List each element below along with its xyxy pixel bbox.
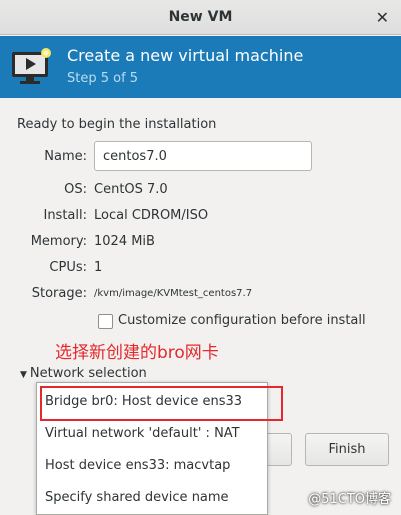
network-option-nat[interactable]: Virtual network 'default' : NAT: [45, 426, 240, 441]
watermark: @51CTO博客: [308, 492, 391, 507]
memory-value: 1024 MiB: [94, 234, 155, 249]
name-label: Name:: [44, 149, 87, 164]
ready-heading: Ready to begin the installation: [17, 117, 217, 132]
storage-label: Storage:: [31, 286, 87, 301]
storage-value: /kvm/image/KVMtest_centos7.7: [94, 288, 253, 299]
close-icon[interactable]: ✕: [376, 8, 389, 27]
network-selection-label: Network selection: [29, 366, 147, 381]
customize-checkbox[interactable]: [98, 314, 113, 329]
wizard-banner: Create a new virtual machine Step 5 of 5: [0, 36, 401, 98]
network-option-macvtap[interactable]: Host device ens33: macvtap: [45, 458, 230, 473]
os-value: CentOS 7.0: [94, 182, 168, 197]
name-input[interactable]: [94, 141, 312, 171]
banner-title: Create a new virtual machine: [67, 46, 304, 65]
window-title: New VM: [168, 9, 233, 25]
window-titlebar: New VM ✕: [0, 0, 401, 35]
customize-label[interactable]: Customize configuration before install: [118, 313, 366, 328]
cpus-value: 1: [94, 260, 103, 275]
step-indicator: Step 5 of 5: [67, 71, 139, 86]
cpus-label: CPUs:: [49, 260, 87, 275]
finish-button[interactable]: Finish: [305, 433, 389, 466]
annotation-text: 选择新创建的bro网卡: [55, 343, 219, 363]
network-option-bridge[interactable]: Bridge br0: Host device ens33: [45, 394, 242, 409]
network-dropdown: Bridge br0: Host device ens33 Virtual ne…: [36, 382, 283, 515]
os-label: OS:: [64, 182, 87, 197]
install-label: Install:: [43, 208, 87, 223]
memory-label: Memory:: [30, 234, 87, 249]
expander-arrow-icon: ▼: [20, 370, 27, 380]
network-selection-expander[interactable]: ▼ Network selection: [20, 366, 147, 381]
network-option-shared[interactable]: Specify shared device name: [45, 490, 229, 505]
install-value: Local CDROM/ISO: [94, 208, 209, 223]
vm-monitor-icon: [12, 48, 51, 84]
